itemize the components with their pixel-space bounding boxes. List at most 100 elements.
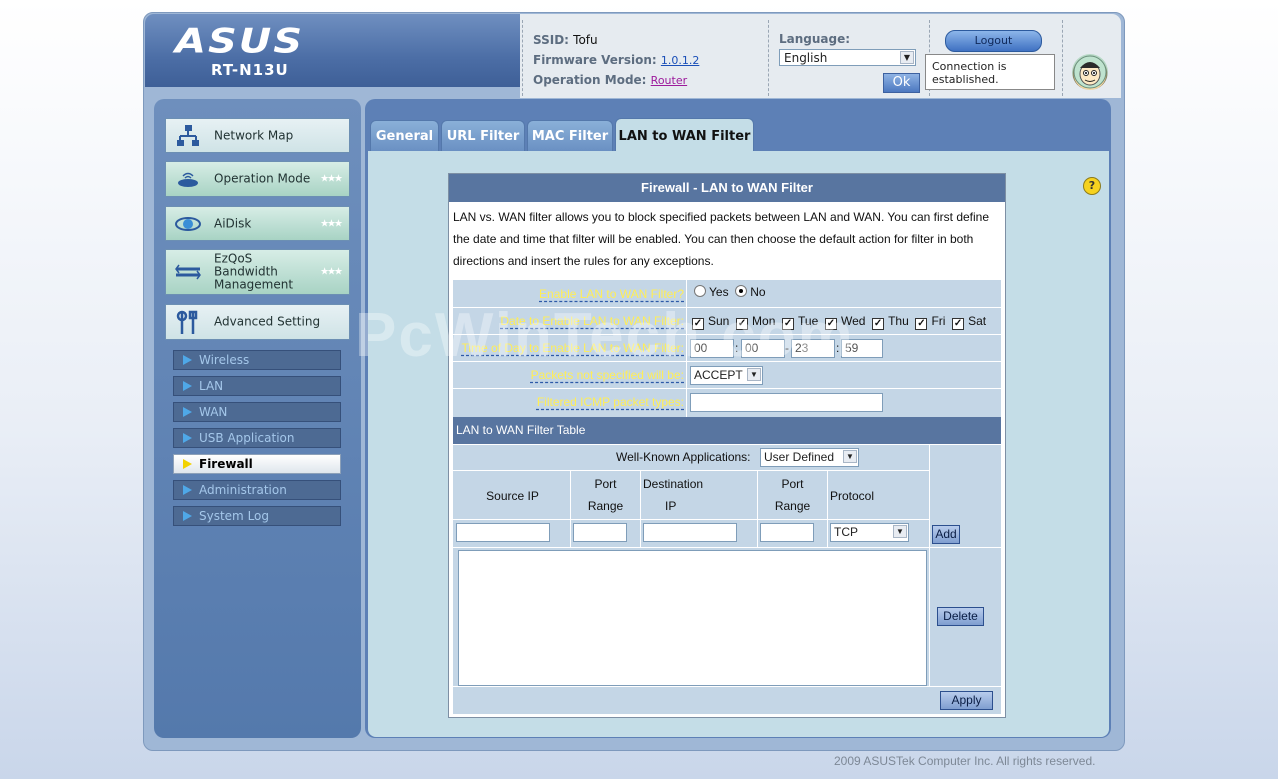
well-known-apps-select[interactable]: User Defined ▼ [760,448,859,467]
row-divider [453,686,1001,687]
opmode-link[interactable]: Router [651,74,687,87]
filter-rules-list[interactable] [458,550,927,686]
sidebar-item-label: System Log [199,509,269,523]
panel-title: Firewall - LAN to WAN Filter [449,174,1005,202]
row-divider [453,388,1001,389]
enable-yes-radio[interactable] [694,285,706,297]
chevron-down-icon: ▼ [900,51,914,64]
day-label: Sat [968,314,987,328]
tab-lan-to-wan-filter[interactable]: LAN to WAN Filter [615,118,754,151]
sidebar-item-aidisk[interactable]: AiDisk ★★★ [165,206,350,241]
arrow-right-icon [183,407,192,417]
enable-filter-label: Enable LAN to WAN Filter? [539,287,684,301]
col-port-range-2: Port Range [758,473,827,517]
day-checkboxes: ✓ Sun ✓ Mon ✓ Tue ✓ Wed ✓ Thu ✓ Fri ✓ Sat [692,314,986,330]
avatar-icon [1072,54,1108,90]
sidebar-item-firewall[interactable]: Firewall [173,454,341,474]
sidebar-item-usb-application[interactable]: USB Application [173,428,341,448]
arrow-right-icon [183,511,192,521]
row-divider [453,444,1001,445]
sidebar-item-system-log[interactable]: System Log [173,506,341,526]
destination-port-range-input[interactable] [760,523,814,542]
day-label: Tue [798,314,819,328]
time-end-hour-input[interactable]: 23 [791,339,835,358]
date-enable-label: Date to Enable LAN to WAN Filter: [500,314,684,328]
logout-button[interactable]: Logout [945,30,1042,52]
packets-default-label: Packets not specified will be: [530,368,684,382]
source-port-range-input[interactable] [573,523,627,542]
firmware-link[interactable]: 1.0.1.2 [661,54,699,67]
protocol-select[interactable]: TCP ▼ [830,523,909,542]
sat-checkbox[interactable]: ✓ [952,318,965,330]
apply-button[interactable]: Apply [940,691,993,710]
bandwidth-icon [175,260,201,284]
tab-general[interactable]: General [370,120,439,151]
row-divider [453,361,1001,362]
column-divider [827,470,828,547]
col-port-range-1-line2: Range [587,499,624,513]
arrow-right-icon [183,381,192,391]
wed-checkbox[interactable]: ✓ [824,318,837,330]
panel-description: LAN vs. WAN filter allows you to block s… [453,210,990,268]
header-divider [522,20,523,96]
icmp-types-input[interactable] [690,393,883,412]
col-port-range-1: Port Range [571,473,640,517]
stars-icon: ★★★ [320,173,343,185]
help-icon[interactable]: ? [1083,177,1101,195]
arrow-right-icon [183,433,192,443]
language-label: Language: [779,32,851,46]
thu-checkbox[interactable]: ✓ [872,318,885,330]
time-separator: : [735,341,739,355]
sidebar-item-wan[interactable]: WAN [173,402,341,422]
sidebar-item-label: EzQoS Bandwidth Management [214,251,294,292]
sidebar-item-administration[interactable]: Administration [173,480,341,500]
sidebar-item-wireless[interactable]: Wireless [173,350,341,370]
day-label: Fri [931,314,946,328]
column-divider [929,444,930,686]
ok-button[interactable]: Ok [883,73,920,93]
sidebar-item-ezqos[interactable]: EzQoS Bandwidth Management ★★★ [165,249,350,295]
col-source-ip: Source IP [486,489,539,503]
sidebar-item-advanced-setting[interactable]: Advanced Setting [165,304,350,340]
time-end-minute-input[interactable]: 59 [841,339,883,358]
mon-checkbox[interactable]: ✓ [736,318,749,330]
enable-yes-label: Yes [709,285,729,299]
stars-icon: ★★★ [320,266,343,278]
row-divider [453,519,929,520]
time-start-hour-input[interactable]: 00 [690,339,734,358]
tue-checkbox[interactable]: ✓ [782,318,795,330]
packets-default-select[interactable]: ACCEPT ▼ [690,366,763,385]
tab-mac-filter[interactable]: MAC Filter [527,120,613,151]
ssid-row: SSID: Tofu [533,33,598,47]
sun-checkbox[interactable]: ✓ [692,318,704,330]
sidebar-item-operation-mode[interactable]: Operation Mode ★★★ [165,161,350,197]
sidebar-item-label: USB Application [199,431,295,445]
firmware-row: Firmware Version: 1.0.1.2 [533,53,699,67]
sidebar-item-lan[interactable]: LAN [173,376,341,396]
tab-url-filter[interactable]: URL Filter [441,120,525,151]
add-button[interactable]: Add [932,525,960,544]
connection-status: Connection is established. [925,54,1055,90]
col-protocol: Protocol [830,489,875,503]
col-port-range-2-line1: Port [781,477,804,491]
enable-no-label: No [750,285,766,299]
column-divider [686,280,687,417]
chevron-down-icon: ▼ [843,450,857,463]
enable-no-radio[interactable] [735,285,748,297]
fri-checkbox[interactable]: ✓ [915,318,928,330]
language-select[interactable]: English ▼ [779,49,916,66]
sidebar-item-label: LAN [199,379,224,393]
copyright-footer: 2009 ASUSTek Computer Inc. All rights re… [834,754,1096,768]
sidebar-item-label: Advanced Setting [214,314,321,329]
time-start-minute-input[interactable]: 00 [741,339,785,358]
delete-button[interactable]: Delete [937,607,984,626]
model-name: RT-N13U [211,61,289,79]
sidebar-item-network-map[interactable]: Network Map [165,118,350,153]
row-divider [453,307,1001,308]
col-destination-ip-line1: Destination [643,477,704,491]
source-ip-input[interactable] [456,523,550,542]
arrow-right-icon [183,485,192,495]
destination-ip-input[interactable] [643,523,737,542]
icmp-types-label: Filtered ICMP packet types: [536,395,684,409]
opmode-label: Operation Mode: [533,73,647,87]
